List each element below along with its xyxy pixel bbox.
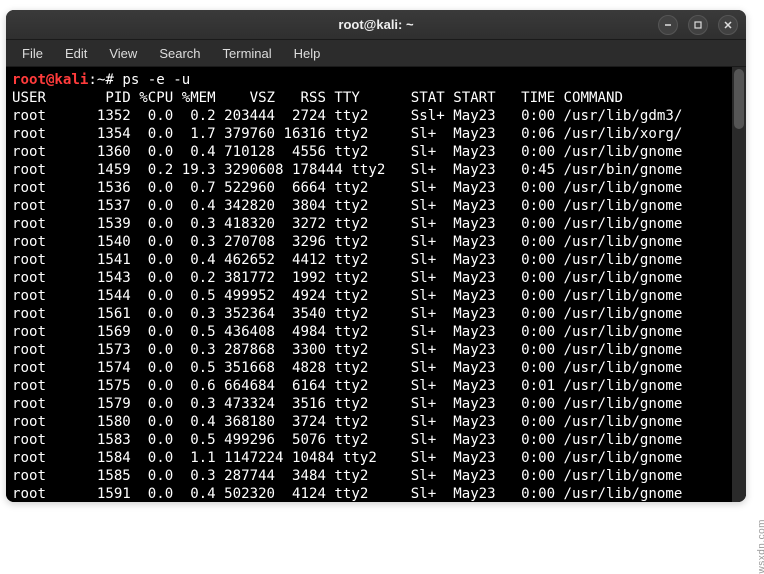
ps-row: root 1575 0.0 0.6 664684 6164 tty2 Sl+ M… <box>12 377 740 395</box>
maximize-icon <box>693 20 703 30</box>
menu-file[interactable]: File <box>12 42 53 65</box>
ps-row: root 1541 0.0 0.4 462652 4412 tty2 Sl+ M… <box>12 251 740 269</box>
prompt-command: ps -e -u <box>122 72 190 88</box>
window-title: root@kali: ~ <box>338 17 413 32</box>
minimize-icon <box>663 20 673 30</box>
menu-help[interactable]: Help <box>284 42 331 65</box>
ps-row: root 1544 0.0 0.5 499952 4924 tty2 Sl+ M… <box>12 287 740 305</box>
ps-row: root 1561 0.0 0.3 352364 3540 tty2 Sl+ M… <box>12 305 740 323</box>
ps-row: root 1579 0.0 0.3 473324 3516 tty2 Sl+ M… <box>12 395 740 413</box>
close-icon <box>723 20 733 30</box>
ps-row: root 1569 0.0 0.5 436408 4984 tty2 Sl+ M… <box>12 323 740 341</box>
ps-row: root 1591 0.0 0.4 502320 4124 tty2 Sl+ M… <box>12 485 740 502</box>
menu-search[interactable]: Search <box>149 42 210 65</box>
ps-row: root 1352 0.0 0.2 203444 2724 tty2 Ssl+ … <box>12 107 740 125</box>
prompt-path: :~# <box>88 72 122 88</box>
menu-edit[interactable]: Edit <box>55 42 97 65</box>
prompt-user: root@kali <box>12 72 88 88</box>
ps-row: root 1584 0.0 1.1 1147224 10484 tty2 Sl+… <box>12 449 740 467</box>
ps-row: root 1540 0.0 0.3 270708 3296 tty2 Sl+ M… <box>12 233 740 251</box>
ps-row: root 1537 0.0 0.4 342820 3804 tty2 Sl+ M… <box>12 197 740 215</box>
ps-header: USER PID %CPU %MEM VSZ RSS TTY STAT STAR… <box>12 89 740 107</box>
ps-row: root 1354 0.0 1.7 379760 16316 tty2 Sl+ … <box>12 125 740 143</box>
titlebar: root@kali: ~ <box>6 10 746 40</box>
ps-row: root 1585 0.0 0.3 287744 3484 tty2 Sl+ M… <box>12 467 740 485</box>
close-button[interactable] <box>718 15 738 35</box>
window-controls <box>658 15 738 35</box>
scrollbar[interactable] <box>732 67 746 502</box>
menu-terminal[interactable]: Terminal <box>213 42 282 65</box>
ps-row: root 1539 0.0 0.3 418320 3272 tty2 Sl+ M… <box>12 215 740 233</box>
menubar: File Edit View Search Terminal Help <box>6 40 746 67</box>
terminal-output[interactable]: root@kali:~# ps -e -uUSER PID %CPU %MEM … <box>6 67 746 502</box>
ps-row: root 1583 0.0 0.5 499296 5076 tty2 Sl+ M… <box>12 431 740 449</box>
terminal-window: root@kali: ~ File Edit View Search Termi… <box>6 10 746 502</box>
scrollbar-thumb[interactable] <box>734 69 744 129</box>
ps-row: root 1459 0.2 19.3 3290608 178444 tty2 S… <box>12 161 740 179</box>
ps-row: root 1360 0.0 0.4 710128 4556 tty2 Sl+ M… <box>12 143 740 161</box>
ps-row: root 1573 0.0 0.3 287868 3300 tty2 Sl+ M… <box>12 341 740 359</box>
ps-row: root 1536 0.0 0.7 522960 6664 tty2 Sl+ M… <box>12 179 740 197</box>
menu-view[interactable]: View <box>99 42 147 65</box>
minimize-button[interactable] <box>658 15 678 35</box>
ps-row: root 1574 0.0 0.5 351668 4828 tty2 Sl+ M… <box>12 359 740 377</box>
maximize-button[interactable] <box>688 15 708 35</box>
watermark: wsxdn.com <box>757 519 764 574</box>
ps-row: root 1580 0.0 0.4 368180 3724 tty2 Sl+ M… <box>12 413 740 431</box>
ps-row: root 1543 0.0 0.2 381772 1992 tty2 Sl+ M… <box>12 269 740 287</box>
